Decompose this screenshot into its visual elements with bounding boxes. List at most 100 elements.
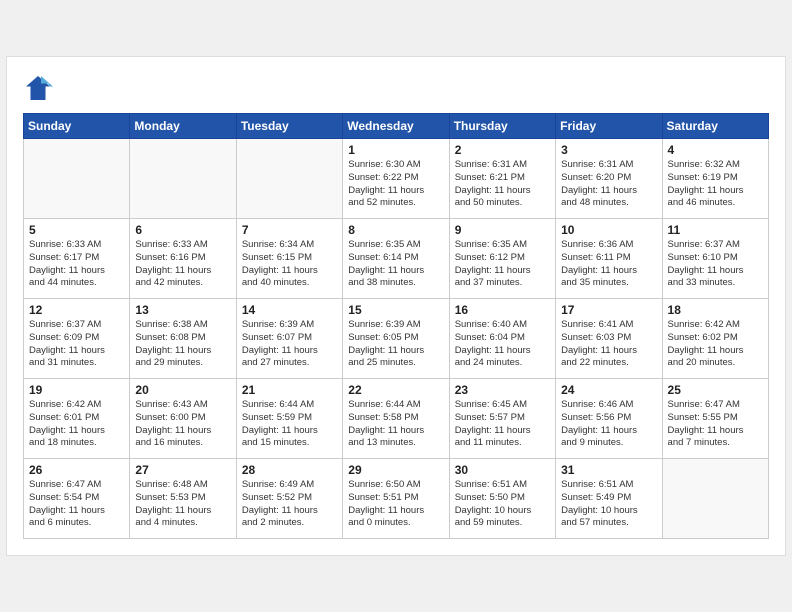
day-number: 13 — [135, 303, 230, 317]
day-info: Sunrise: 6:37 AM Sunset: 6:10 PM Dayligh… — [668, 239, 763, 290]
day-number: 9 — [455, 223, 550, 237]
day-cell-0-6: 4 Sunrise: 6:32 AM Sunset: 6:19 PM Daylig… — [662, 139, 768, 219]
day-cell-0-0 — [24, 139, 130, 219]
day-info: Sunrise: 6:46 AM Sunset: 5:56 PM Dayligh… — [561, 399, 656, 450]
day-number: 15 — [348, 303, 443, 317]
day-info: Sunrise: 6:35 AM Sunset: 6:14 PM Dayligh… — [348, 239, 443, 290]
day-cell-2-2: 14 Sunrise: 6:39 AM Sunset: 6:07 PM Dayli… — [236, 299, 342, 379]
day-info: Sunrise: 6:43 AM Sunset: 6:00 PM Dayligh… — [135, 399, 230, 450]
day-number: 17 — [561, 303, 656, 317]
day-cell-4-6 — [662, 459, 768, 539]
day-info: Sunrise: 6:34 AM Sunset: 6:15 PM Dayligh… — [242, 239, 337, 290]
day-info: Sunrise: 6:38 AM Sunset: 6:08 PM Dayligh… — [135, 319, 230, 370]
day-cell-4-1: 27 Sunrise: 6:48 AM Sunset: 5:53 PM Dayli… — [130, 459, 236, 539]
day-info: Sunrise: 6:37 AM Sunset: 6:09 PM Dayligh… — [29, 319, 124, 370]
day-info: Sunrise: 6:41 AM Sunset: 6:03 PM Dayligh… — [561, 319, 656, 370]
day-cell-3-5: 24 Sunrise: 6:46 AM Sunset: 5:56 PM Dayli… — [556, 379, 662, 459]
logo — [23, 73, 57, 103]
day-info: Sunrise: 6:31 AM Sunset: 6:21 PM Dayligh… — [455, 159, 550, 210]
day-number: 18 — [668, 303, 763, 317]
day-number: 5 — [29, 223, 124, 237]
day-cell-4-2: 28Sunrise: 6:49 AM Sunset: 5:52 PM Dayli… — [236, 459, 342, 539]
day-info: Sunrise: 6:44 AM Sunset: 5:59 PM Dayligh… — [242, 399, 337, 450]
day-number: 8 — [348, 223, 443, 237]
day-info: Sunrise: 6:47 AM Sunset: 5:54 PM Dayligh… — [29, 479, 124, 530]
day-number: 30 — [455, 463, 550, 477]
day-cell-1-2: 7 Sunrise: 6:34 AM Sunset: 6:15 PM Daylig… — [236, 219, 342, 299]
calendar-header — [23, 73, 769, 103]
day-number: 2 — [455, 143, 550, 157]
day-info: Sunrise: 6:30 AM Sunset: 6:22 PM Dayligh… — [348, 159, 443, 210]
day-cell-3-0: 19 Sunrise: 6:42 AM Sunset: 6:01 PM Dayli… — [24, 379, 130, 459]
day-cell-1-4: 9Sunrise: 6:35 AM Sunset: 6:12 PM Daylig… — [449, 219, 555, 299]
week-row-4: 26 Sunrise: 6:47 AM Sunset: 5:54 PM Dayli… — [24, 459, 769, 539]
day-cell-0-2 — [236, 139, 342, 219]
day-info: Sunrise: 6:44 AM Sunset: 5:58 PM Dayligh… — [348, 399, 443, 450]
day-cell-1-0: 5 Sunrise: 6:33 AM Sunset: 6:17 PM Daylig… — [24, 219, 130, 299]
day-number: 27 — [135, 463, 230, 477]
day-cell-1-5: 10 Sunrise: 6:36 AM Sunset: 6:11 PM Dayli… — [556, 219, 662, 299]
weekday-header-thursday: Thursday — [449, 114, 555, 139]
day-number: 6 — [135, 223, 230, 237]
day-cell-1-1: 6Sunrise: 6:33 AM Sunset: 6:16 PM Daylig… — [130, 219, 236, 299]
day-number: 23 — [455, 383, 550, 397]
week-row-0: 1 Sunrise: 6:30 AM Sunset: 6:22 PM Daylig… — [24, 139, 769, 219]
day-number: 22 — [348, 383, 443, 397]
week-row-1: 5 Sunrise: 6:33 AM Sunset: 6:17 PM Daylig… — [24, 219, 769, 299]
day-cell-2-5: 17 Sunrise: 6:41 AM Sunset: 6:03 PM Dayli… — [556, 299, 662, 379]
day-number: 1 — [348, 143, 443, 157]
week-row-3: 19 Sunrise: 6:42 AM Sunset: 6:01 PM Dayli… — [24, 379, 769, 459]
weekday-header-sunday: Sunday — [24, 114, 130, 139]
day-number: 3 — [561, 143, 656, 157]
week-row-2: 12 Sunrise: 6:37 AM Sunset: 6:09 PM Dayli… — [24, 299, 769, 379]
day-info: Sunrise: 6:50 AM Sunset: 5:51 PM Dayligh… — [348, 479, 443, 530]
day-info: Sunrise: 6:36 AM Sunset: 6:11 PM Dayligh… — [561, 239, 656, 290]
day-number: 31 — [561, 463, 656, 477]
day-number: 11 — [668, 223, 763, 237]
day-info: Sunrise: 6:47 AM Sunset: 5:55 PM Dayligh… — [668, 399, 763, 450]
day-number: 19 — [29, 383, 124, 397]
day-info: Sunrise: 6:39 AM Sunset: 6:07 PM Dayligh… — [242, 319, 337, 370]
day-number: 14 — [242, 303, 337, 317]
day-cell-4-4: 30Sunrise: 6:51 AM Sunset: 5:50 PM Dayli… — [449, 459, 555, 539]
day-cell-2-1: 13 Sunrise: 6:38 AM Sunset: 6:08 PM Dayli… — [130, 299, 236, 379]
day-cell-3-1: 20 Sunrise: 6:43 AM Sunset: 6:00 PM Dayli… — [130, 379, 236, 459]
day-info: Sunrise: 6:51 AM Sunset: 5:49 PM Dayligh… — [561, 479, 656, 530]
day-cell-0-3: 1 Sunrise: 6:30 AM Sunset: 6:22 PM Daylig… — [343, 139, 449, 219]
day-cell-4-3: 29Sunrise: 6:50 AM Sunset: 5:51 PM Dayli… — [343, 459, 449, 539]
day-cell-0-5: 3 Sunrise: 6:31 AM Sunset: 6:20 PM Daylig… — [556, 139, 662, 219]
day-info: Sunrise: 6:33 AM Sunset: 6:17 PM Dayligh… — [29, 239, 124, 290]
calendar-grid: SundayMondayTuesdayWednesdayThursdayFrid… — [23, 113, 769, 539]
day-cell-3-4: 23 Sunrise: 6:45 AM Sunset: 5:57 PM Dayli… — [449, 379, 555, 459]
weekday-header-saturday: Saturday — [662, 114, 768, 139]
day-number: 24 — [561, 383, 656, 397]
day-info: Sunrise: 6:42 AM Sunset: 6:01 PM Dayligh… — [29, 399, 124, 450]
day-number: 12 — [29, 303, 124, 317]
day-number: 16 — [455, 303, 550, 317]
weekday-header-tuesday: Tuesday — [236, 114, 342, 139]
day-cell-2-6: 18 Sunrise: 6:42 AM Sunset: 6:02 PM Dayli… — [662, 299, 768, 379]
day-number: 20 — [135, 383, 230, 397]
day-info: Sunrise: 6:45 AM Sunset: 5:57 PM Dayligh… — [455, 399, 550, 450]
day-cell-2-4: 16 Sunrise: 6:40 AM Sunset: 6:04 PM Dayli… — [449, 299, 555, 379]
day-cell-3-6: 25 Sunrise: 6:47 AM Sunset: 5:55 PM Dayli… — [662, 379, 768, 459]
day-info: Sunrise: 6:42 AM Sunset: 6:02 PM Dayligh… — [668, 319, 763, 370]
day-number: 25 — [668, 383, 763, 397]
day-cell-1-6: 11 Sunrise: 6:37 AM Sunset: 6:10 PM Dayli… — [662, 219, 768, 299]
day-cell-2-3: 15Sunrise: 6:39 AM Sunset: 6:05 PM Dayli… — [343, 299, 449, 379]
day-number: 10 — [561, 223, 656, 237]
weekday-header-friday: Friday — [556, 114, 662, 139]
calendar-body: 1 Sunrise: 6:30 AM Sunset: 6:22 PM Daylig… — [24, 139, 769, 539]
day-info: Sunrise: 6:49 AM Sunset: 5:52 PM Dayligh… — [242, 479, 337, 530]
weekday-header-row: SundayMondayTuesdayWednesdayThursdayFrid… — [24, 114, 769, 139]
calendar-container: SundayMondayTuesdayWednesdayThursdayFrid… — [6, 56, 786, 556]
day-number: 7 — [242, 223, 337, 237]
day-cell-0-1 — [130, 139, 236, 219]
day-info: Sunrise: 6:31 AM Sunset: 6:20 PM Dayligh… — [561, 159, 656, 210]
day-info: Sunrise: 6:48 AM Sunset: 5:53 PM Dayligh… — [135, 479, 230, 530]
weekday-header-monday: Monday — [130, 114, 236, 139]
day-info: Sunrise: 6:40 AM Sunset: 6:04 PM Dayligh… — [455, 319, 550, 370]
day-number: 26 — [29, 463, 124, 477]
day-number: 4 — [668, 143, 763, 157]
day-info: Sunrise: 6:32 AM Sunset: 6:19 PM Dayligh… — [668, 159, 763, 210]
